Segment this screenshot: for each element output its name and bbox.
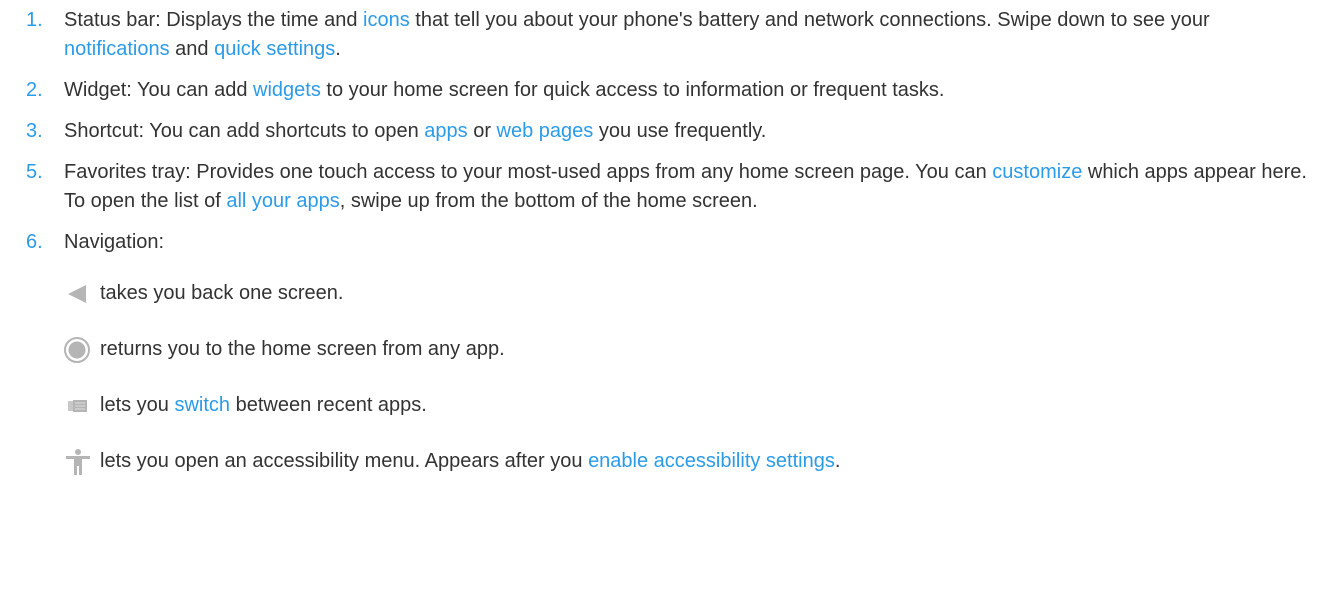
item-text: Widget: You can add <box>64 79 254 101</box>
list-item-status-bar: 1. Status bar: Displays the time and ico… <box>0 6 1322 64</box>
item-text: . <box>335 38 341 60</box>
link-notifications[interactable]: notifications <box>64 38 170 60</box>
list-item-navigation: 6. Navigation: takes you back one screen… <box>0 228 1322 476</box>
link-quick-settings[interactable]: quick settings <box>214 38 335 60</box>
list-number: 3. <box>26 120 43 142</box>
list-number: 6. <box>26 231 43 253</box>
item-text: Navigation: <box>64 231 165 253</box>
list-item-widget: 2. Widget: You can add widgets to your h… <box>0 76 1322 105</box>
recent-apps-icon <box>64 391 92 420</box>
list-number: 1. <box>26 9 43 31</box>
nav-row-home: returns you to the home screen from any … <box>64 335 1312 364</box>
link-widgets[interactable]: widgets <box>253 79 321 101</box>
nav-text: lets you open an accessibility menu. App… <box>100 450 589 472</box>
link-all-your-apps[interactable]: all your apps <box>226 190 339 212</box>
nav-text: lets you <box>100 394 175 416</box>
nav-text: takes you back one screen. <box>100 282 344 304</box>
item-text: Shortcut: You can add shortcuts to open <box>64 120 425 142</box>
item-text: to your home screen for quick access to … <box>320 79 945 101</box>
item-text: and <box>169 38 215 60</box>
nav-row-back: takes you back one screen. <box>64 279 1312 308</box>
link-enable-accessibility-settings[interactable]: enable accessibility settings <box>588 450 835 472</box>
link-icons[interactable]: icons <box>363 9 410 31</box>
item-text: Status bar: Displays the time and <box>64 9 364 31</box>
link-customize[interactable]: customize <box>992 161 1082 183</box>
link-apps[interactable]: apps <box>424 120 467 142</box>
nav-text: returns you to the home screen from any … <box>100 338 505 360</box>
list-number: 5. <box>26 161 43 183</box>
accessibility-icon <box>64 447 92 476</box>
nav-row-recent: lets you switch between recent apps. <box>64 391 1312 420</box>
item-text: that tell you about your phone's battery… <box>409 9 1210 31</box>
nav-row-accessibility: lets you open an accessibility menu. App… <box>64 447 1312 476</box>
item-text: or <box>467 120 497 142</box>
nav-text: between recent apps. <box>230 394 427 416</box>
back-triangle-icon <box>64 279 92 308</box>
link-web-pages[interactable]: web pages <box>497 120 594 142</box>
item-text: Favorites tray: Provides one touch acces… <box>64 161 993 183</box>
list-item-favorites-tray: 5. Favorites tray: Provides one touch ac… <box>0 158 1322 216</box>
link-switch[interactable]: switch <box>174 394 230 416</box>
list-item-shortcut: 3. Shortcut: You can add shortcuts to op… <box>0 117 1322 146</box>
item-text: , swipe up from the bottom of the home s… <box>339 190 758 212</box>
nav-text: . <box>834 450 841 472</box>
home-circle-icon <box>64 335 92 364</box>
item-text: you use frequently. <box>593 120 767 142</box>
list-number: 2. <box>26 79 43 101</box>
instruction-list: 1. Status bar: Displays the time and ico… <box>0 0 1322 476</box>
